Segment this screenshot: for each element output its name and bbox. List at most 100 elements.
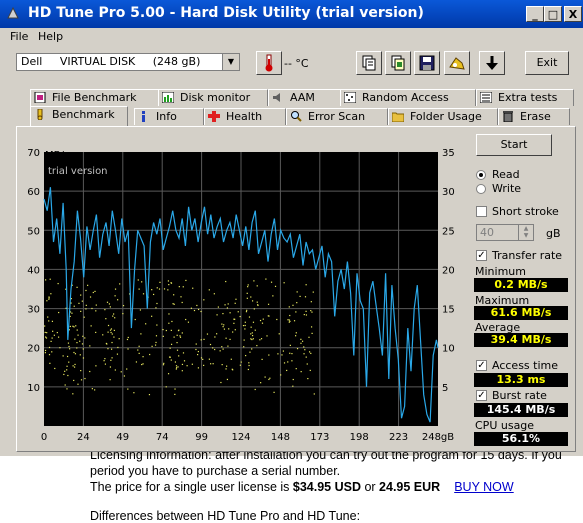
- access-point: [52, 330, 54, 332]
- tab-benchmark[interactable]: Benchmark: [30, 106, 128, 126]
- access-point: [256, 285, 258, 287]
- access-point: [126, 368, 128, 370]
- access-point: [250, 333, 252, 335]
- tab-erase[interactable]: Erase: [498, 108, 570, 125]
- access-point: [134, 318, 136, 321]
- access-point: [59, 347, 61, 349]
- access-point: [149, 353, 151, 356]
- access-point: [203, 299, 205, 301]
- access-point: [151, 345, 153, 347]
- access-point: [111, 333, 113, 335]
- x-tick-label: 248gB: [422, 432, 454, 443]
- transfer-rate-checkbox[interactable]: ✓: [476, 250, 487, 261]
- access-point: [274, 285, 277, 287]
- exit-button[interactable]: Exit: [525, 51, 569, 75]
- access-point: [114, 288, 117, 290]
- access-point: [310, 326, 313, 328]
- access-point: [287, 361, 289, 363]
- save-icon[interactable]: [414, 51, 440, 75]
- access-point: [244, 321, 246, 323]
- access-point: [257, 304, 259, 306]
- tab-info[interactable]: Info: [134, 108, 204, 125]
- access-point: [251, 300, 254, 302]
- spinner-arrows-icon[interactable]: ▲ ▼: [518, 225, 533, 240]
- maximize-button[interactable]: □: [544, 6, 562, 22]
- access-point: [202, 358, 204, 361]
- copy-text-icon[interactable]: [356, 51, 382, 75]
- access-point: [195, 348, 197, 351]
- access-point: [175, 368, 177, 370]
- temperature-readout: -- °C: [284, 57, 309, 70]
- access-point: [175, 367, 178, 369]
- copy-image-icon[interactable]: [385, 51, 411, 75]
- chevron-down-icon[interactable]: ▼: [222, 54, 239, 70]
- options-icon[interactable]: [444, 51, 470, 75]
- short-stroke-unit: gB: [546, 227, 561, 240]
- access-point: [196, 353, 199, 356]
- access-point: [169, 347, 171, 349]
- tab-extra-tests[interactable]: Extra tests: [476, 89, 574, 106]
- access-point: [140, 333, 142, 335]
- access-point: [299, 295, 301, 297]
- tab-aam[interactable]: AAM: [268, 89, 342, 106]
- short-stroke-checkbox[interactable]: [476, 206, 487, 217]
- download-icon[interactable]: [479, 51, 505, 75]
- menu-help[interactable]: Help: [38, 30, 63, 43]
- access-point: [216, 314, 218, 316]
- access-point: [185, 279, 187, 282]
- access-point: [292, 304, 294, 306]
- access-point: [291, 360, 293, 362]
- access-point: [246, 309, 248, 311]
- access-point: [72, 325, 74, 327]
- access-point: [237, 311, 239, 313]
- access-point: [73, 366, 76, 368]
- access-point: [176, 342, 178, 344]
- access-point: [94, 389, 96, 391]
- access-point: [300, 371, 302, 373]
- start-button[interactable]: Start: [476, 134, 552, 156]
- access-point: [119, 283, 121, 285]
- menu-file[interactable]: File: [10, 30, 28, 43]
- access-point: [117, 346, 119, 349]
- access-point: [277, 353, 279, 355]
- access-point: [278, 333, 280, 335]
- access-point: [243, 346, 245, 348]
- tab-health[interactable]: Health: [204, 108, 286, 125]
- minimize-button[interactable]: _: [526, 6, 544, 22]
- access-point: [225, 337, 227, 339]
- access-point: [203, 338, 205, 340]
- thermometer-icon[interactable]: [256, 51, 282, 75]
- trash-icon: [502, 111, 514, 123]
- access-point: [212, 363, 214, 365]
- access-point: [192, 287, 194, 289]
- access-point: [246, 297, 248, 299]
- tab-label: Random Access: [362, 91, 449, 104]
- buy-now-link[interactable]: BUY NOW: [454, 480, 514, 494]
- x-tick-label: 74: [156, 432, 169, 443]
- drive-select[interactable]: Dell VIRTUAL DISK (248 gB) ▼: [16, 53, 240, 71]
- tab-file-benchmark[interactable]: File Benchmark: [30, 89, 160, 106]
- tab-error-scan[interactable]: Error Scan: [286, 108, 388, 125]
- price-mid: or: [360, 480, 380, 494]
- access-point: [118, 338, 120, 340]
- burst-rate-checkbox[interactable]: ✓: [476, 390, 487, 401]
- write-radio[interactable]: [476, 184, 486, 194]
- access-point: [141, 363, 143, 366]
- tab-random-access[interactable]: Random Access: [340, 89, 476, 106]
- access-point: [206, 333, 209, 335]
- access-point: [304, 349, 306, 351]
- access-point: [239, 315, 241, 318]
- access-point: [78, 302, 80, 304]
- menu-bar: File Help: [0, 28, 583, 46]
- access-point: [244, 328, 246, 330]
- access-point: [92, 291, 94, 294]
- access-time-checkbox[interactable]: ✓: [476, 360, 487, 371]
- access-point: [73, 326, 75, 328]
- access-point: [80, 370, 82, 372]
- tab-disk-monitor[interactable]: Disk monitor: [158, 89, 268, 106]
- tab-folder-usage[interactable]: Folder Usage: [388, 108, 498, 125]
- access-point: [186, 365, 188, 367]
- read-radio[interactable]: [476, 170, 486, 180]
- access-point: [145, 323, 147, 325]
- close-button[interactable]: X: [564, 6, 582, 22]
